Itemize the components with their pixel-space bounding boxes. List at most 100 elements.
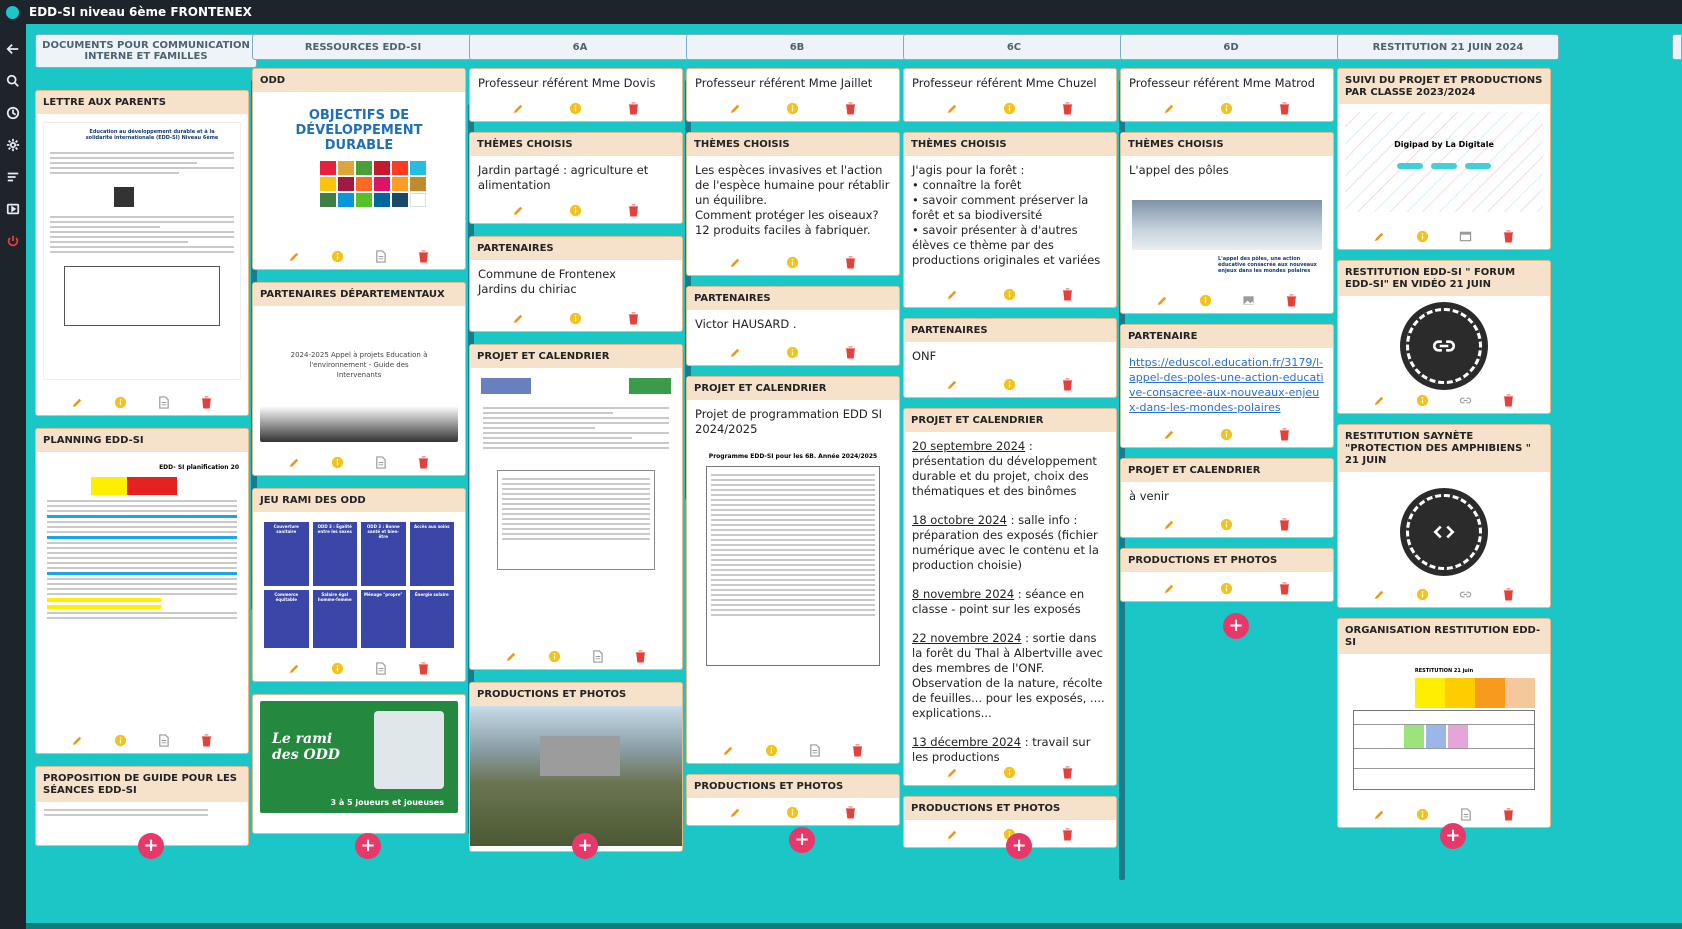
link-embed[interactable] xyxy=(1400,302,1488,390)
edit-icon[interactable] xyxy=(946,101,960,115)
next-column-edge[interactable] xyxy=(1672,34,1682,60)
delete-icon[interactable] xyxy=(1502,807,1516,821)
info-icon[interactable] xyxy=(1416,229,1430,243)
card-professeur[interactable]: Professeur référent Mme Jaillet xyxy=(686,68,900,122)
edit-icon[interactable] xyxy=(729,345,743,359)
document-icon[interactable] xyxy=(157,733,171,747)
partner-link[interactable]: https://eduscol.education.fr/3179/l-appe… xyxy=(1129,356,1324,414)
add-card-button[interactable]: + xyxy=(355,833,381,859)
delete-icon[interactable] xyxy=(626,311,640,325)
card-partenaire[interactable]: PARTENAIRE https://eduscol.education.fr/… xyxy=(1120,324,1334,448)
delete-icon[interactable] xyxy=(417,661,431,675)
edit-icon[interactable] xyxy=(288,455,302,469)
card-themes[interactable]: THÈMES CHOISIS Les espèces invasives et … xyxy=(686,132,900,276)
link-icon[interactable] xyxy=(1459,393,1473,407)
digipad-thumbnail[interactable]: Digipad by La Digitale xyxy=(1345,112,1543,212)
document-icon[interactable] xyxy=(157,395,171,409)
card-restitution-saynete[interactable]: RESTITUTION SAYNÈTE "PROTECTION DES AMPH… xyxy=(1337,424,1551,608)
delete-icon[interactable] xyxy=(843,101,857,115)
card-professeur[interactable]: Professeur référent Mme Dovis xyxy=(469,68,683,122)
class-photo[interactable] xyxy=(470,706,682,846)
rami-image-thumbnail[interactable]: Le rami des ODD 3 à 5 joueurs et joueuse… xyxy=(260,701,458,813)
edit-icon[interactable] xyxy=(71,395,85,409)
card-restitution-video[interactable]: RESTITUTION EDD-SI " FORUM EDD-SI" EN VI… xyxy=(1337,260,1551,414)
add-card-button[interactable]: + xyxy=(1223,613,1249,639)
menu-icon[interactable] xyxy=(5,168,21,185)
edit-icon[interactable] xyxy=(512,311,526,325)
card-projet-calendrier[interactable]: PROJET ET CALENDRIER Projet de programma… xyxy=(686,376,900,764)
edit-icon[interactable] xyxy=(722,743,736,757)
document-thumbnail[interactable] xyxy=(477,376,675,632)
info-icon[interactable] xyxy=(786,345,800,359)
edit-icon[interactable] xyxy=(288,249,302,263)
card-projet-calendrier[interactable]: PROJET ET CALENDRIER à venir xyxy=(1120,458,1334,538)
schedule-thumbnail[interactable]: RESTITUTION 21 juin xyxy=(1345,662,1543,810)
delete-icon[interactable] xyxy=(1285,293,1299,307)
info-icon[interactable] xyxy=(331,249,345,263)
column-title[interactable]: 6C xyxy=(903,34,1125,60)
card-suivi-projet[interactable]: SUIVI DU PROJET ET PRODUCTIONS PAR CLASS… xyxy=(1337,68,1551,250)
info-icon[interactable] xyxy=(765,743,779,757)
clock-icon[interactable] xyxy=(5,104,21,121)
info-icon[interactable] xyxy=(331,661,345,675)
delete-icon[interactable] xyxy=(1060,287,1074,301)
info-icon[interactable] xyxy=(114,395,128,409)
edit-icon[interactable] xyxy=(505,649,519,663)
edit-icon[interactable] xyxy=(729,255,743,269)
slideshow-icon[interactable] xyxy=(5,200,21,217)
delete-icon[interactable] xyxy=(843,805,857,819)
document-thumbnail[interactable]: 2024-2025 Appel à projets Education à l'… xyxy=(260,314,458,442)
info-icon[interactable] xyxy=(1003,765,1017,779)
edit-icon[interactable] xyxy=(946,827,960,841)
card-themes[interactable]: THÈMES CHOISIS J'agis pour la forêt : • … xyxy=(903,132,1117,308)
info-icon[interactable] xyxy=(1416,393,1430,407)
card-productions-photos[interactable]: PRODUCTIONS ET PHOTOS xyxy=(686,774,900,826)
info-icon[interactable] xyxy=(1220,101,1234,115)
edit-icon[interactable] xyxy=(1373,807,1387,821)
delete-icon[interactable] xyxy=(851,743,865,757)
search-icon[interactable] xyxy=(5,72,21,89)
delete-icon[interactable] xyxy=(200,395,214,409)
edit-icon[interactable] xyxy=(1163,427,1177,441)
card-partenaires[interactable]: PARTENAIRES Commune de Frontenex Jardins… xyxy=(469,236,683,332)
image-icon[interactable] xyxy=(1242,293,1256,307)
document-thumbnail[interactable]: Education au développement durable et à … xyxy=(43,122,241,380)
delete-icon[interactable] xyxy=(1060,377,1074,391)
info-icon[interactable] xyxy=(786,255,800,269)
column-title[interactable]: RESTITUTION 21 JUIN 2024 xyxy=(1337,34,1559,60)
add-card-button[interactable]: + xyxy=(789,827,815,853)
delete-icon[interactable] xyxy=(843,255,857,269)
info-icon[interactable] xyxy=(1416,587,1430,601)
card-themes[interactable]: THÈMES CHOISIS L'appel des pôles L'appel… xyxy=(1120,132,1334,314)
card-partenaires-departementaux[interactable]: PARTENAIRES DÉPARTEMENTAUX 2024-2025 App… xyxy=(252,282,466,476)
edit-icon[interactable] xyxy=(1373,587,1387,601)
info-icon[interactable] xyxy=(114,733,128,747)
info-icon[interactable] xyxy=(548,649,562,663)
info-icon[interactable] xyxy=(1003,101,1017,115)
add-card-button[interactable]: + xyxy=(1006,833,1032,859)
odd-thumbnail[interactable]: OBJECTIFS DE DÉVELOPPEMENT DURABLE xyxy=(260,100,458,236)
edit-icon[interactable] xyxy=(512,101,526,115)
delete-icon[interactable] xyxy=(626,101,640,115)
edit-icon[interactable] xyxy=(71,733,85,747)
info-icon[interactable] xyxy=(569,101,583,115)
info-icon[interactable] xyxy=(569,311,583,325)
edit-icon[interactable] xyxy=(1373,393,1387,407)
delete-icon[interactable] xyxy=(1277,427,1291,441)
edit-icon[interactable] xyxy=(946,765,960,779)
info-icon[interactable] xyxy=(1199,293,1213,307)
card-jeu-rami[interactable]: JEU RAMI DES ODD Couverture sanitaire OD… xyxy=(252,488,466,682)
delete-icon[interactable] xyxy=(1060,765,1074,779)
document-icon[interactable] xyxy=(1459,807,1473,821)
column-title[interactable]: 6D xyxy=(1120,34,1342,60)
edit-icon[interactable] xyxy=(946,377,960,391)
card-productions-photos[interactable]: PRODUCTIONS ET PHOTOS xyxy=(1120,548,1334,602)
card-planning-edd-si[interactable]: PLANNING EDD-SI EDD- SI planification 20 xyxy=(35,428,249,754)
document-icon[interactable] xyxy=(808,743,822,757)
edit-icon[interactable] xyxy=(288,661,302,675)
card-professeur[interactable]: Professeur référent Mme Matrod xyxy=(1120,68,1334,122)
delete-icon[interactable] xyxy=(417,455,431,469)
document-icon[interactable] xyxy=(591,649,605,663)
delete-icon[interactable] xyxy=(843,345,857,359)
app-logo[interactable] xyxy=(6,5,19,19)
